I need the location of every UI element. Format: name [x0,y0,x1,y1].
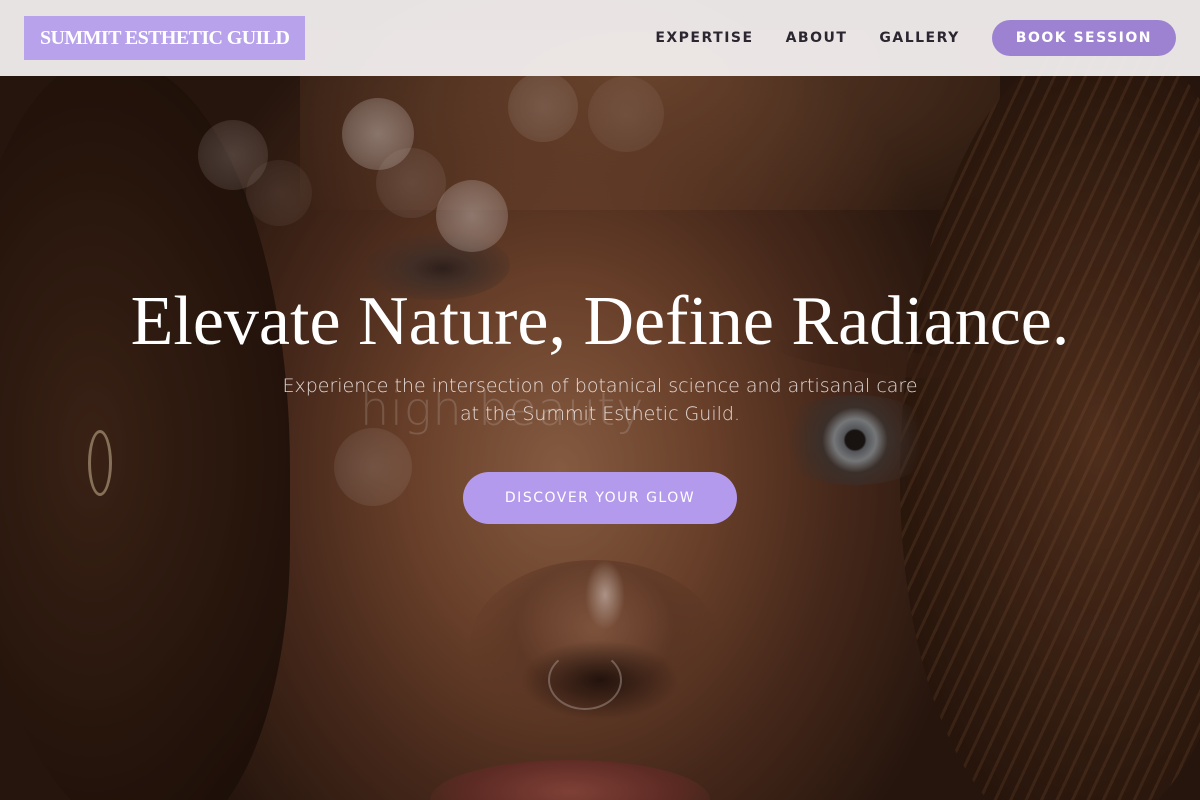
discover-your-glow-button[interactable]: DISCOVER YOUR GLOW [463,472,737,524]
hero-content: Elevate Nature, Define Radiance. Experie… [0,280,1200,524]
hero-subtitle-line1: Experience the intersection of botanical… [282,375,918,397]
book-session-button[interactable]: BOOK SESSION [991,20,1176,56]
site-header: SUMMIT ESTHETIC GUILD EXPERTISE ABOUT GA… [0,0,1200,76]
hero-title: Elevate Nature, Define Radiance. [130,283,1070,360]
hero-subtitle: Experience the intersection of botanical… [250,372,950,428]
landing-page: high beauty SUMMIT ESTHETIC GUILD EXPERT… [0,0,1200,800]
nav-link-expertise[interactable]: EXPERTISE [655,30,753,46]
brand-logo[interactable]: SUMMIT ESTHETIC GUILD [24,16,306,60]
main-nav: EXPERTISE ABOUT GALLERY BOOK SESSION [655,20,1176,56]
nav-link-gallery[interactable]: GALLERY [879,30,959,46]
nav-link-about[interactable]: ABOUT [786,30,848,46]
hero-subtitle-line2: at the Summit Esthetic Guild. [460,403,740,425]
